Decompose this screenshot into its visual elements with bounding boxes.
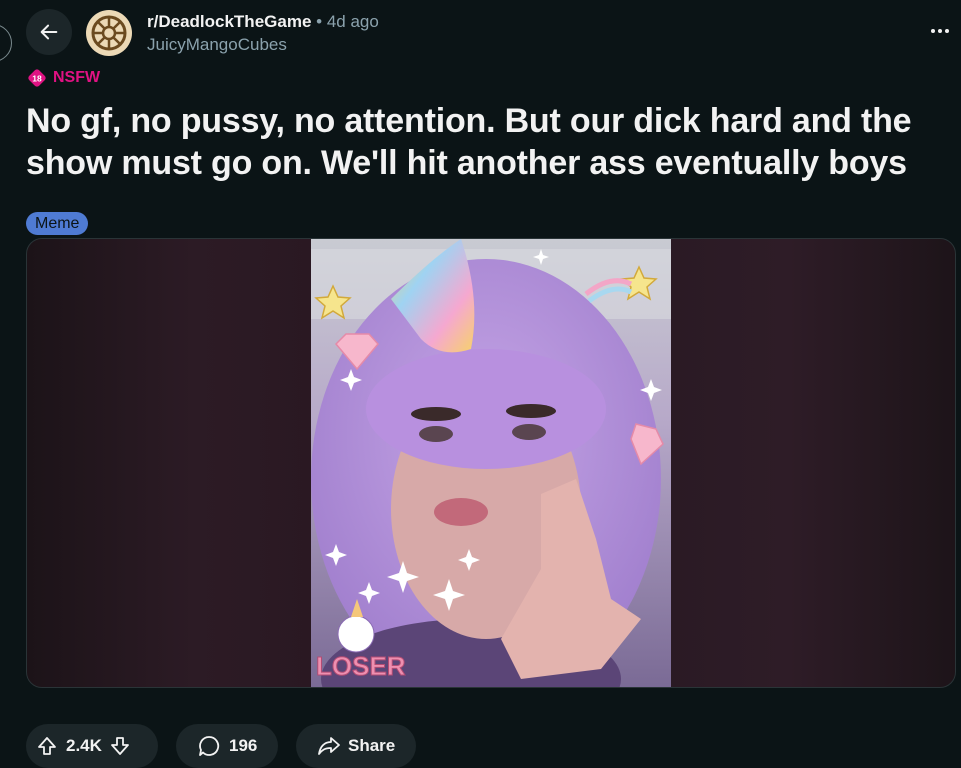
subreddit-avatar[interactable]	[86, 10, 132, 56]
comments-button[interactable]: 196	[176, 724, 278, 768]
nsfw-number: 18	[32, 74, 42, 84]
nsfw-label: NSFW	[53, 69, 101, 86]
arrow-down-icon[interactable]	[110, 736, 130, 756]
speech-bubble-icon	[198, 735, 220, 757]
partial-circle-button[interactable]	[0, 24, 12, 62]
nsfw-badge: 18 NSFW	[27, 68, 100, 88]
post-meta: r/DeadlockTheGame • 4d ago	[147, 11, 379, 33]
share-label: Share	[348, 736, 396, 755]
post-media[interactable]: LOSER	[26, 238, 956, 688]
post-time: 4d ago	[326, 12, 379, 31]
post-flair[interactable]: Meme	[26, 212, 89, 235]
nsfw-18-icon: 18	[28, 69, 46, 87]
arrow-up-icon[interactable]	[37, 736, 57, 756]
wheel-logo-icon	[91, 15, 127, 51]
post-title: No gf, no pussy, no attention. But our d…	[26, 102, 912, 182]
back-button[interactable]	[26, 9, 72, 55]
comment-count: 196	[229, 736, 258, 755]
share-button[interactable]: Share	[296, 724, 416, 768]
vote-pill: 2.4K	[26, 724, 158, 768]
meta-separator: •	[316, 12, 323, 31]
ellipsis-icon	[931, 29, 949, 33]
image-overlay-text: LOSER	[316, 651, 406, 681]
share-arrow-icon	[318, 736, 340, 756]
more-options-button[interactable]	[922, 16, 958, 46]
vote-score: 2.4K	[66, 736, 102, 755]
arrow-left-icon	[40, 24, 58, 40]
post-image[interactable]: LOSER	[311, 239, 671, 688]
author-link[interactable]: JuicyMangoCubes	[147, 35, 287, 55]
subreddit-link[interactable]: r/DeadlockTheGame	[147, 12, 311, 31]
